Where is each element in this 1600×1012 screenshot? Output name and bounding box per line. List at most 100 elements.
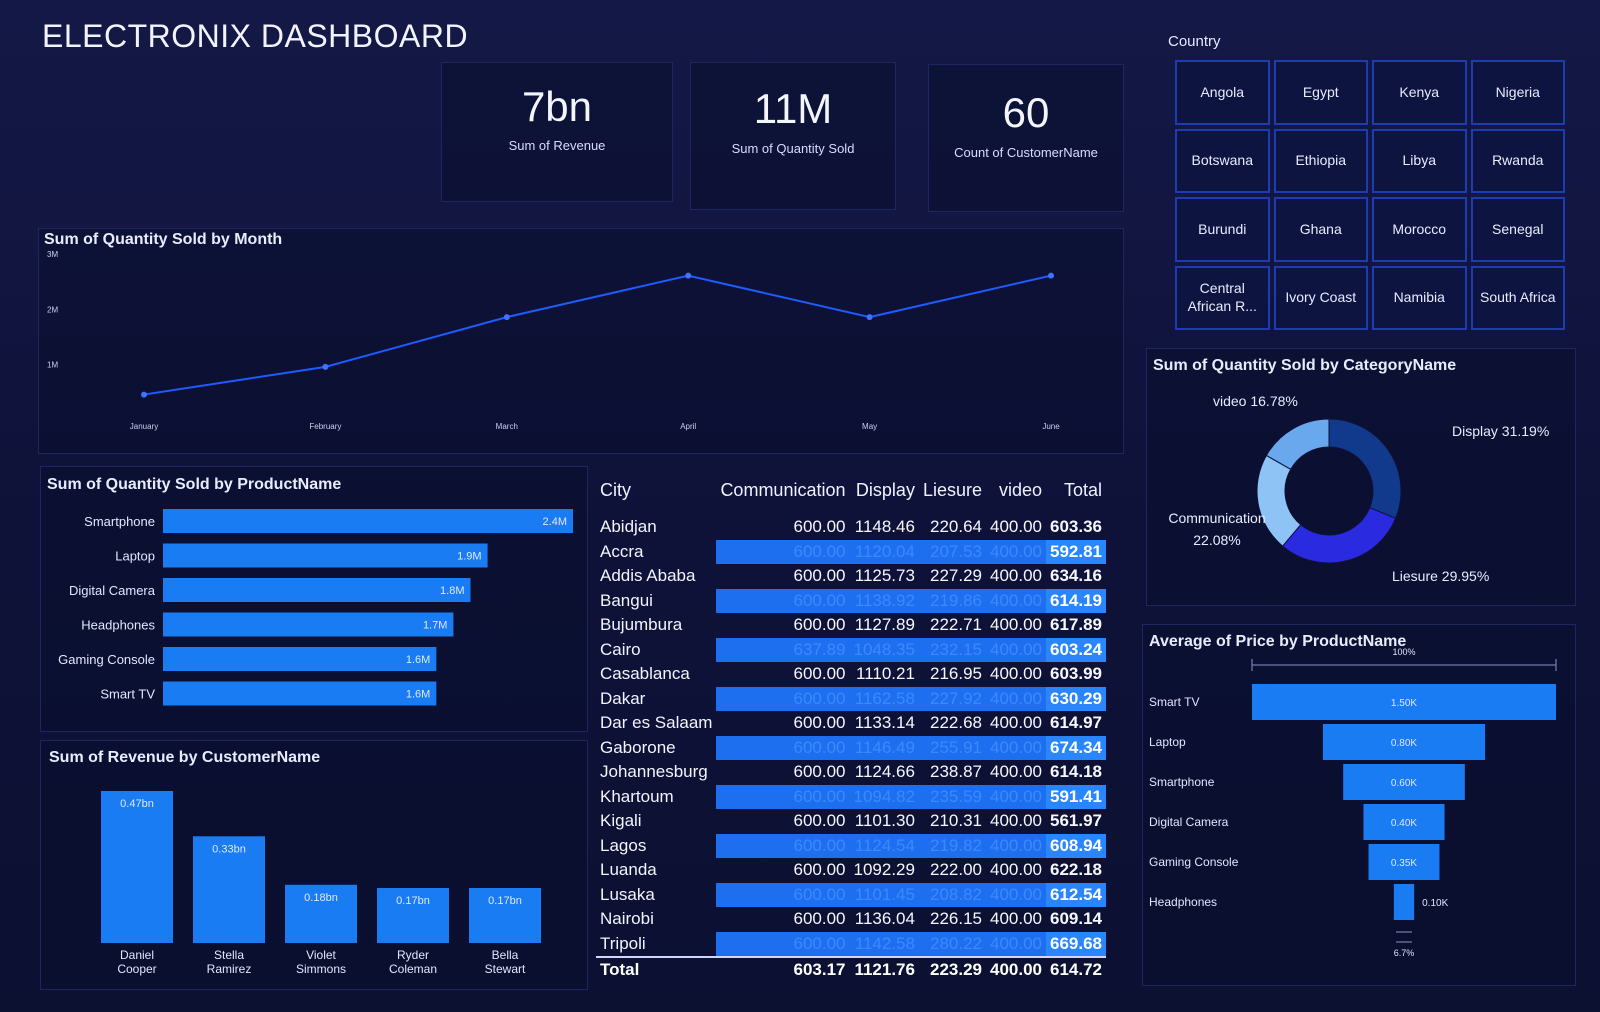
table-cell: Gaborone [600,737,676,757]
column-header[interactable]: Communication [716,474,849,515]
column-category-label: Bella [492,948,519,962]
table-row[interactable]: Cairo 637.89 1048.35 232.15 400.00 603.24 [596,637,1106,662]
column-header[interactable]: Liesure [919,474,986,515]
revenue-customer-card[interactable]: Sum of Revenue by CustomerName 0.47bn Dan… [40,740,588,990]
table-row[interactable]: Dar es Salaam 600.00 1133.14 222.68 400.00 61… [596,711,1106,736]
country-slicer-item[interactable]: Central African R... [1175,265,1270,330]
column-category-label: Ramirez [207,962,252,976]
table-cell: 207.53 [918,539,986,564]
table-cell: 600.00 [716,833,850,858]
column-header[interactable]: City [596,474,716,515]
table-row[interactable]: Bangui 600.00 1138.92 219.86 400.00 614.19 [596,588,1106,613]
table-row[interactable]: Casablanca 600.00 1110.21 216.95 400.00 603.9… [596,662,1106,687]
table-cell: 400.00 [986,686,1046,711]
table-cell: 222.00 [930,860,982,880]
table-row[interactable]: Nairobi 600.00 1136.04 226.15 400.00 609.14 [596,907,1106,932]
country-slicer-item[interactable]: Namibia [1372,265,1467,330]
table-cell: Nairobi [600,909,654,929]
country-slicer-item[interactable]: Ghana [1273,197,1368,262]
kpi-card-customers[interactable]: 60 Count of CustomerName [928,64,1124,212]
country-slicer-item[interactable]: South Africa [1470,265,1565,330]
table-cell: Casablanca [600,664,690,684]
table-cell: 219.86 [918,588,986,613]
country-slicer-item[interactable]: Botswana [1175,128,1270,193]
bar [163,612,454,637]
country-slicer-item[interactable]: Kenya [1372,60,1467,125]
country-slicer-item[interactable]: Morocco [1372,197,1467,262]
table-row[interactable]: Dakar 600.00 1162.58 227.92 400.00 630.29 [596,686,1106,711]
bar [163,681,437,706]
table-cell: 600.00 [793,664,846,684]
bar-category-label: Headphones [81,618,155,633]
column-data-label: 0.47bn [120,798,154,810]
table-cell: 400.00 [986,956,1046,983]
city-category-table[interactable]: City Communication Display Liesure video… [596,474,1116,984]
country-slicer-item[interactable]: Burundi [1175,197,1270,262]
country-slicer-item[interactable]: Egypt [1273,60,1368,125]
kpi-card-quantity[interactable]: 11M Sum of Quantity Sold [690,62,896,210]
line-chart-card[interactable]: Sum of Quantity Sold by Month 3M 2M 1M Janu… [38,228,1124,454]
country-slicer-item[interactable]: Nigeria [1470,60,1565,125]
table-cell: 400.00 [990,713,1042,733]
table-row[interactable]: Bujumbura 600.00 1127.89 222.71 400.00 617.89 [596,613,1106,638]
column-header[interactable]: Total [1046,474,1106,515]
donut-label: 22.08% [1193,532,1240,548]
table-cell: 1101.30 [854,811,915,831]
country-slicer-item[interactable]: Rwanda [1470,128,1565,193]
table-row[interactable]: Accra 600.00 1120.04 207.53 400.00 592.81 [596,539,1106,564]
table-cell: Khartoum [600,786,674,806]
country-slicer-item[interactable]: Angola [1175,60,1270,125]
country-slicer-item[interactable]: Senegal [1470,197,1565,262]
table-cell: 600.00 [716,882,850,907]
table-row[interactable]: Lusaka 600.00 1101.45 208.82 400.00 612.54 [596,882,1106,907]
table-cell: 600.00 [716,784,850,809]
table-cell: 400.00 [990,517,1042,537]
table-cell: 220.64 [930,517,982,537]
table-cell: 600.00 [793,566,846,586]
product-qty-card[interactable]: Sum of Quantity Sold by ProductName Smar… [40,466,588,732]
table-cell: 232.15 [918,637,986,662]
table-cell: 669.68 [1046,931,1106,957]
line-point [503,314,510,321]
funnel-chart-card[interactable]: Average of Price by ProductName 100% Smar… [1142,624,1576,986]
funnel-category-label: Laptop [1149,735,1186,749]
bar-category-label: Gaming Console [58,652,155,667]
table-row[interactable]: Addis Ababa 600.00 1125.73 227.29 400.00 634.… [596,564,1106,589]
table-cell: Lusaka [600,884,655,904]
funnel-category-label: Gaming Console [1149,855,1239,869]
page-title: ELECTRONIX DASHBOARD [42,18,469,54]
donut-chart-card[interactable]: Sum of Quantity Sold by CategoryName Dis… [1146,348,1576,606]
table-cell: 226.15 [930,909,982,929]
country-slicer-item[interactable]: Ethiopia [1273,128,1368,193]
table-cell: Johannesburg [600,762,708,782]
table-cell: Abidjan [600,517,657,537]
table-cell: 400.00 [990,664,1042,684]
donut-label: Display 31.19% [1452,423,1549,439]
table-row[interactable]: Abidjan 600.00 1148.46 220.64 400.00 603.36 [596,515,1106,540]
column-header[interactable]: Display [850,474,919,515]
funnel-category-label: Headphones [1149,895,1217,909]
table-row[interactable]: Khartoum 600.00 1094.82 235.59 400.00 591.41 [596,784,1106,809]
bar-category-label: Smartphone [84,514,155,529]
country-slicer-item[interactable]: Libya [1372,128,1467,193]
table-cell: 216.95 [930,664,982,684]
table-row[interactable]: Gaborone 600.00 1146.49 255.91 400.00 674.34 [596,735,1106,760]
donut-label: video 16.78% [1213,393,1298,409]
y-tick-label: 1M [47,361,58,370]
bar [163,647,437,671]
table-row[interactable]: Johannesburg 600.00 1124.66 238.87 400.00 614… [596,760,1106,785]
column-header[interactable]: video [986,474,1046,515]
table-row[interactable]: Luanda 600.00 1092.29 222.00 400.00 622.18 [596,858,1106,883]
table-row[interactable]: Kigali 600.00 1101.30 210.31 400.00 561.97 [596,809,1106,834]
table-cell: 622.18 [1050,860,1102,880]
table-row[interactable]: Lagos 600.00 1124.54 219.82 400.00 608.94 [596,833,1106,858]
table-cell: Dar es Salaam [600,713,713,733]
funnel-data-label: 1.50K [1391,698,1417,709]
table-cell: 600.00 [716,539,850,564]
y-tick-label: 2M [47,305,58,314]
country-slicer-item[interactable]: Ivory Coast [1273,265,1368,330]
table-cell: 600.00 [716,686,850,711]
table-row[interactable]: Tripoli 600.00 1142.58 280.22 400.00 669.68 [596,931,1106,957]
table-cell: 280.22 [918,931,986,957]
kpi-card-revenue[interactable]: 7bn Sum of Revenue [441,62,673,202]
